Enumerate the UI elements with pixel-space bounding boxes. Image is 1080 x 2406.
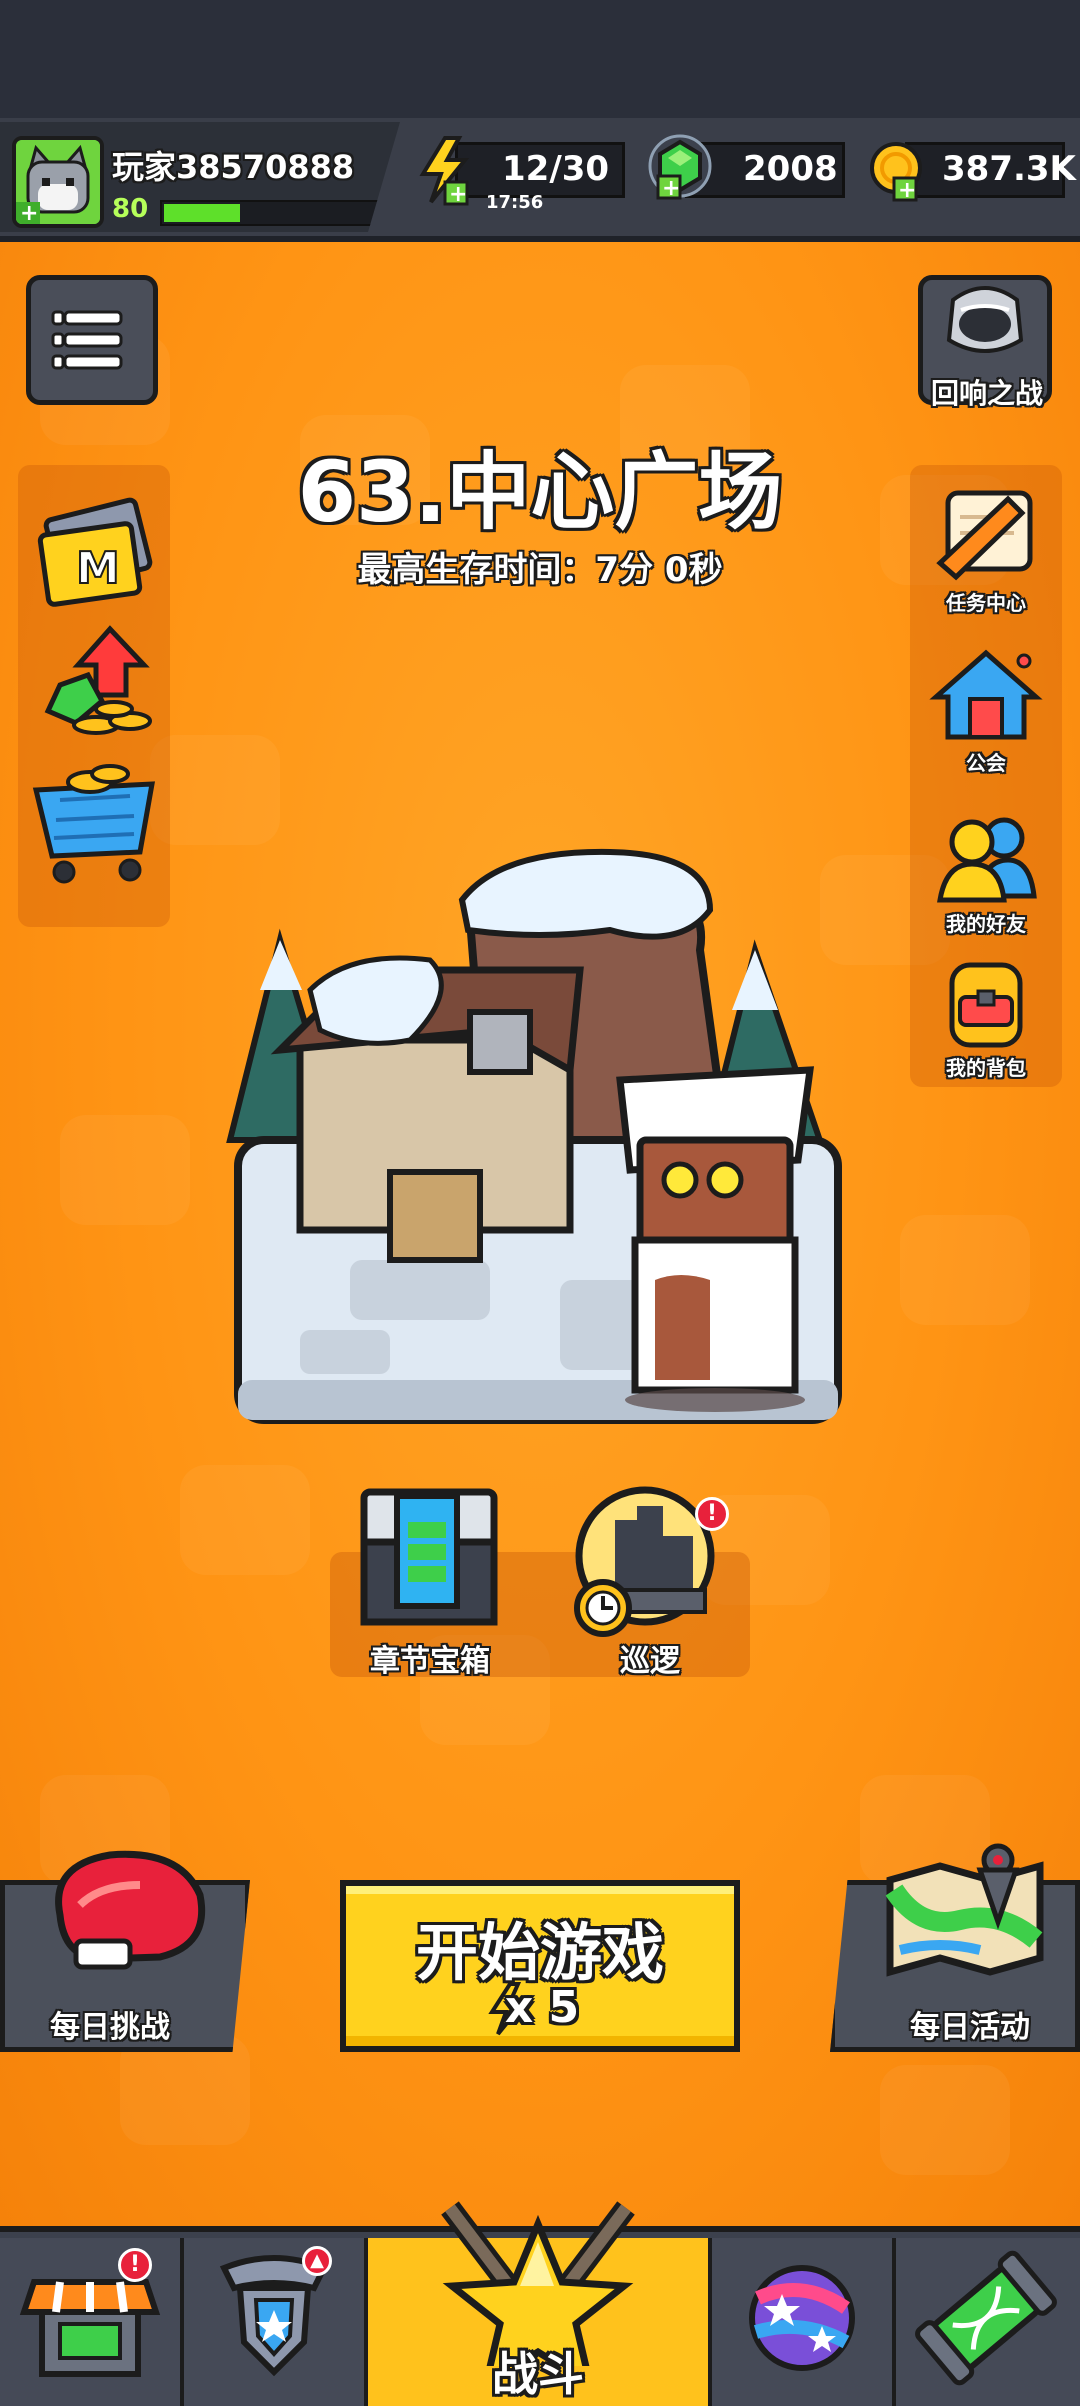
echo-battle-label: 回响之战 [930,377,1043,410]
chapter-chest-label: 章节宝箱 [370,1644,490,1679]
start-game-cost: x 5 [504,1982,580,2033]
svg-text:+: + [20,201,38,224]
nav-battle[interactable]: 战斗 [368,2201,712,2406]
bottom-navigation: ! ▲ 战斗 [0,2201,1080,2406]
nav-shop[interactable] [0,2238,184,2406]
dna-capsule-icon [915,2250,1057,2386]
patrol-alert-badge: ! [695,1497,729,1531]
green-gem-icon[interactable]: + [646,132,716,206]
svg-text:+: + [662,176,680,201]
map-icon [880,1830,1050,1984]
energy-counter[interactable]: 12/30 [455,142,625,198]
friends-icon[interactable] [928,808,1044,912]
energy-value: 12/30 [502,149,610,189]
energy-timer: 17:56 [486,192,544,213]
svg-text:+: + [898,178,916,202]
player-panel[interactable]: + 玩家38570888 80 [0,122,400,232]
player-name: 玩家38570888 [112,148,355,186]
patrol-label: 巡逻 [620,1644,680,1679]
growth-arrow-icon[interactable] [30,625,160,749]
shop-alert-badge: ! [118,2248,152,2282]
scroll-pencil-icon[interactable] [928,485,1044,589]
chapter-chest-icon[interactable] [352,1482,502,1636]
stage-illustration[interactable] [210,840,870,1454]
coin-value: 387.3K [942,149,1076,189]
daily-event-label: 每日活动 [910,2010,1030,2045]
house-icon[interactable] [928,645,1044,749]
xp-bar-fill [164,204,240,222]
shop-icon [19,2279,161,2377]
start-game-button[interactable]: 开始游戏 x 5 [340,1880,740,2052]
equipment-alert-badge: ▲ [302,2246,332,2276]
shield-medal-icon [219,2255,329,2377]
friends-label: 我的好友 [946,912,1026,936]
menu-button[interactable] [26,275,158,405]
gold-coin-icon[interactable]: + [866,140,928,206]
nav-talent[interactable] [712,2238,896,2406]
nav-equipment[interactable] [184,2238,368,2406]
lightning-icon[interactable]: + [415,136,475,210]
backpack-icon[interactable] [928,955,1044,1059]
status-bar [0,0,1080,120]
coin-counter[interactable]: 387.3K [905,142,1076,198]
svg-text:+: + [449,182,467,206]
list-icon [51,310,123,370]
daily-challenge-label: 每日挑战 [50,2010,170,2045]
gem-value: 2008 [743,149,838,189]
resource-bar: + 玩家38570888 80 12/30 17:56 + 2008 + 387… [0,118,1080,242]
avatar[interactable]: + [12,136,104,228]
player-level: 80 [112,194,149,224]
battle-label: 战斗 [492,2347,584,2401]
star-orb-icon [749,2265,855,2371]
backpack-label: 我的背包 [946,1056,1026,1080]
helmet-icon [946,286,1024,353]
boxing-glove-icon [40,1845,210,1979]
start-game-label: 开始游戏 [415,1916,664,1989]
task-center-label: 任务中心 [946,591,1026,615]
guild-label: 公会 [966,751,1006,775]
shopping-cart-icon[interactable] [30,760,160,894]
xp-bar [160,200,384,226]
nav-evolution[interactable] [896,2238,1080,2406]
